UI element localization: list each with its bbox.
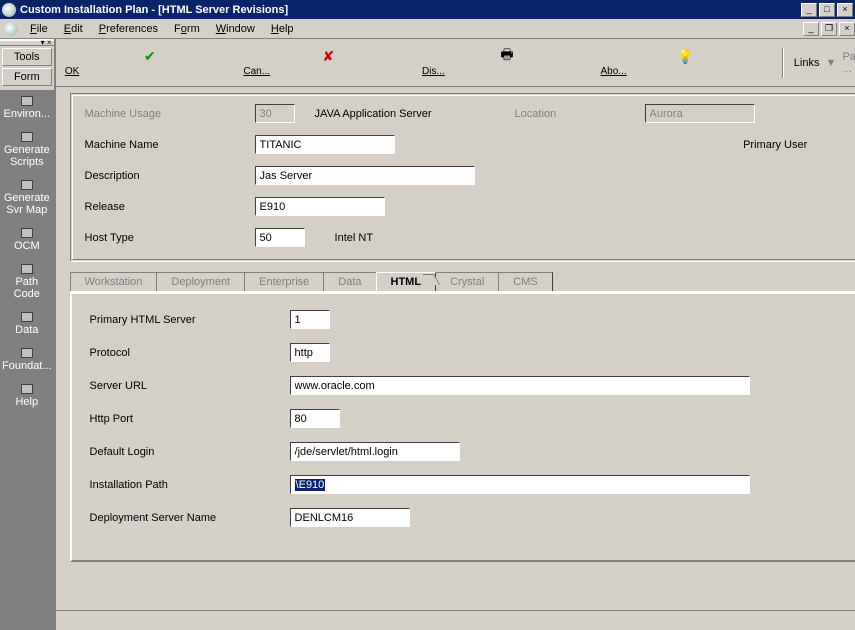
machine-name-field[interactable] [255,135,395,154]
tab-deployment[interactable]: Deployment [156,272,245,291]
menu-edit[interactable]: Edit [56,21,91,37]
main-panel: ✔OK ✘Can... 🖶Dis... 💡Abo... Links ▼ Path… [54,39,855,630]
html-tab-panel: Primary HTML Server Protocol Server URL … [70,292,855,562]
protocol-field[interactable] [290,343,330,362]
description-label: Description [85,170,255,182]
tab-data[interactable]: Data [323,272,376,291]
toolbar: ✔OK ✘Can... 🖶Dis... 💡Abo... Links ▼ Path… [56,39,855,87]
upper-group: Machine Usage JAVA Application Server Lo… [70,93,855,262]
default-login-field[interactable] [290,442,460,461]
server-url-label: Server URL [90,380,290,392]
installation-path-label: Installation Path [90,479,290,491]
machine-name-label: Machine Name [85,139,255,151]
page-icon [21,384,33,394]
status-bar [56,610,855,630]
separator [782,48,784,78]
menu-bar: File Edit Preferences Form Window Help _… [0,19,855,39]
links-label: Links [794,57,820,69]
page-icon [21,348,33,358]
primary-html-label: Primary HTML Server [90,314,290,326]
default-login-label: Default Login [90,446,290,458]
dropdown-icon[interactable]: ▼ [825,57,836,69]
close-button[interactable]: × [837,3,853,17]
menu-help[interactable]: Help [263,21,302,37]
page-icon [21,264,33,274]
sidebar: ▾ × Tools Form Environ... Generate Scrip… [0,39,54,630]
http-port-label: Http Port [90,413,290,425]
http-port-field[interactable] [290,409,340,428]
page-icon [21,96,33,106]
page-icon [21,180,33,190]
doc-icon [4,22,18,36]
tab-html[interactable]: HTML [376,272,437,291]
sidebar-item-path-code[interactable]: Path Code [0,258,54,306]
release-field[interactable] [255,197,385,216]
location-field [645,104,755,123]
tab-strip: Workstation Deployment Enterprise Data H… [70,272,855,292]
app-icon [2,3,16,17]
tab-enterprise[interactable]: Enterprise [244,272,324,291]
menu-preferences[interactable]: Preferences [91,21,166,37]
primary-user-label: Primary User [743,139,855,151]
page-icon [21,132,33,142]
primary-html-field[interactable] [290,310,330,329]
sidebar-tools-button[interactable]: Tools [2,48,52,66]
machine-usage-field [255,104,295,123]
sidebar-form-button[interactable]: Form [2,68,52,86]
protocol-label: Protocol [90,347,290,359]
host-type-label: Host Type [85,232,255,244]
sidebar-item-foundation[interactable]: Foundat... [0,342,54,378]
sidebar-item-environ[interactable]: Environ... [0,90,54,126]
path-link[interactable]: Path ... [842,51,855,75]
page-icon [21,312,33,322]
window-title: Custom Installation Plan - [HTML Server … [20,4,799,16]
maximize-button[interactable]: □ [819,3,835,17]
child-minimize-button[interactable]: _ [803,22,819,36]
menu-form[interactable]: Form [166,21,208,37]
cancel-button[interactable]: ✘Can... [242,46,415,79]
host-desc: Intel NT [335,232,374,244]
machine-usage-label: Machine Usage [85,108,255,120]
tab-crystal[interactable]: Crystal [435,272,499,291]
printer-icon: 🖶 [499,48,515,64]
tab-workstation[interactable]: Workstation [70,272,158,291]
sidebar-item-generate-scripts[interactable]: Generate Scripts [0,126,54,174]
x-icon: ✘ [320,48,336,64]
child-restore-button[interactable]: ❐ [821,22,837,36]
deployment-server-label: Deployment Server Name [90,512,290,524]
menu-window[interactable]: Window [208,21,263,37]
description-field[interactable] [255,166,475,185]
deployment-server-field[interactable] [290,508,410,527]
about-icon: 💡 [678,48,694,64]
host-type-field[interactable] [255,228,305,247]
release-label: Release [85,201,255,213]
child-close-button[interactable]: × [839,22,855,36]
location-label: Location [515,108,645,120]
installation-path-field[interactable]: \E910 [290,475,750,494]
minimize-button[interactable]: _ [801,3,817,17]
sidebar-item-data[interactable]: Data [0,306,54,342]
sidebar-item-ocm[interactable]: OCM [0,222,54,258]
tab-cms[interactable]: CMS [498,272,552,291]
sidebar-item-help[interactable]: Help [0,378,54,414]
ok-button[interactable]: ✔OK [64,46,237,79]
server-url-field[interactable] [290,376,750,395]
sidebar-item-generate-svr-map[interactable]: Generate Svr Map [0,174,54,222]
display-button[interactable]: 🖶Dis... [421,46,594,79]
usage-desc: JAVA Application Server [315,108,515,120]
menu-file[interactable]: File [22,21,56,37]
page-icon [21,228,33,238]
about-button[interactable]: 💡Abo... [599,46,772,79]
check-icon: ✔ [142,48,158,64]
title-bar: Custom Installation Plan - [HTML Server … [0,0,855,19]
